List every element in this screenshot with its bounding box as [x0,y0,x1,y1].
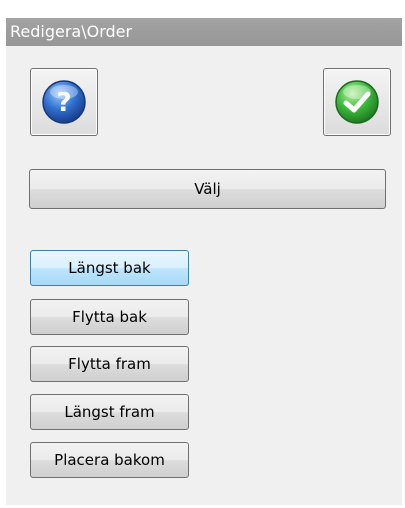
ok-button[interactable] [323,68,391,136]
svg-text:?: ? [56,88,71,118]
panel-title: Redigera\Order [6,18,402,46]
help-button[interactable]: ? [30,68,98,136]
select-button[interactable]: Välj [29,169,386,209]
checkmark-icon [335,80,379,124]
bring-forward-button[interactable]: Flytta fram [30,346,189,382]
send-to-back-button[interactable]: Längst bak [30,250,189,286]
place-behind-button[interactable]: Placera bakom [30,442,189,478]
bring-to-front-button[interactable]: Längst fram [30,394,189,430]
send-backward-button[interactable]: Flytta bak [30,299,189,335]
order-panel: Redigera\Order ? Välj Längst bak Flytta … [6,18,402,505]
help-icon: ? [42,80,86,124]
